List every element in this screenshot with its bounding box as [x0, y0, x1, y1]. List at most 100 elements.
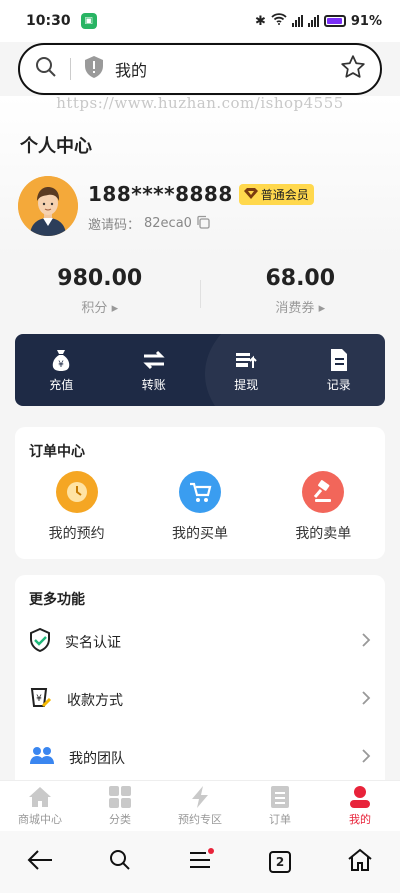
search-bar[interactable]: 我的 — [18, 43, 382, 95]
tab-category-label: 分类 — [109, 813, 131, 826]
team-icon — [29, 744, 55, 772]
home-icon — [0, 785, 80, 809]
real-name-auth-row[interactable]: 实名认证 — [15, 613, 385, 671]
transfer-arrows-icon — [114, 348, 194, 372]
tab-mine-label: 我的 — [349, 813, 371, 826]
points-value: 980.00 — [57, 266, 143, 291]
order-center-card: 订单中心 我的预约 我的买单 我的卖单 — [15, 427, 385, 559]
tab-mall-center[interactable]: 商城中心 — [0, 781, 80, 831]
my-reservations-label: 我的预约 — [48, 526, 105, 542]
points-label: 积分 — [81, 301, 108, 316]
points-stat[interactable]: 980.00 积分 ▸ — [0, 266, 200, 316]
order-center-title: 订单中心 — [29, 444, 85, 460]
payment-method-icon: ¥ — [29, 686, 53, 714]
voucher-label: 消费券 — [275, 301, 315, 316]
menu-icon — [189, 851, 211, 873]
chevron-right-icon — [361, 632, 371, 652]
svg-text:¥: ¥ — [36, 694, 42, 704]
payment-method-label: 收款方式 — [67, 693, 123, 709]
tab-mall-center-label: 商城中心 — [18, 813, 62, 826]
balance-stats: 980.00 积分 ▸ 68.00 消费券 ▸ — [0, 266, 400, 316]
svg-text:¥: ¥ — [58, 360, 64, 370]
transfer-label: 转账 — [141, 377, 166, 392]
search-icon — [108, 848, 132, 876]
shield-alert-icon — [83, 55, 105, 83]
voucher-stat[interactable]: 68.00 消费券 ▸ — [201, 266, 400, 316]
my-team-label: 我的团队 — [69, 751, 125, 767]
more-functions-title: 更多功能 — [29, 592, 85, 608]
records-button[interactable]: 记录 — [299, 348, 379, 393]
bottom-tab-bar: 商城中心 分类 预约专区 订单 我的 — [0, 780, 400, 831]
transfer-button[interactable]: 转账 — [114, 348, 194, 393]
search-divider — [70, 58, 71, 80]
my-sell-orders-label: 我的卖单 — [295, 526, 352, 542]
search-icon[interactable] — [34, 55, 58, 83]
tab-orders[interactable]: 订单 — [240, 781, 320, 831]
real-name-auth-label: 实名认证 — [65, 635, 121, 651]
browser-home-button[interactable] — [340, 842, 380, 882]
my-team-row[interactable]: 我的团队 — [15, 729, 385, 787]
signal-icon — [291, 15, 303, 27]
wifi-icon — [271, 13, 287, 29]
shield-check-icon — [29, 627, 51, 656]
copy-icon[interactable] — [196, 215, 210, 233]
record-icon — [299, 348, 379, 372]
arrow-left-icon — [26, 848, 54, 876]
browser-search-button[interactable] — [100, 842, 140, 882]
tab-category[interactable]: 分类 — [80, 781, 160, 831]
money-bag-icon: ¥ — [21, 348, 101, 372]
tab-reservation-zone[interactable]: 预约专区 — [160, 781, 240, 831]
profile-header: 188****8888 普通会员 邀请码： 82eca0 — [18, 176, 314, 236]
signal-icon-2 — [307, 15, 319, 27]
battery-percent: 91% — [350, 13, 382, 29]
tab-mine[interactable]: 我的 — [320, 781, 400, 831]
list-icon — [240, 785, 320, 809]
my-sell-orders-button[interactable]: 我的卖单 — [273, 471, 373, 543]
bluetooth-icon: ✱ — [254, 13, 266, 29]
recharge-button[interactable]: ¥ 充值 — [21, 348, 101, 393]
status-bar: 10:30 ▣ ✱ 91% — [0, 0, 400, 42]
user-phone: 188****8888 — [88, 182, 233, 206]
invite-label: 邀请码： — [88, 218, 141, 233]
menu-button[interactable] — [180, 842, 220, 882]
chevron-right-icon — [361, 690, 371, 710]
caret-right-icon: ▸ — [111, 301, 119, 316]
notification-dot — [208, 848, 214, 854]
withdraw-icon — [206, 348, 286, 372]
status-time: 10:30 — [26, 13, 71, 29]
cart-icon — [178, 471, 221, 513]
member-badge: 普通会员 — [238, 183, 314, 205]
recharge-label: 充值 — [49, 377, 74, 392]
my-buy-orders-label: 我的买单 — [171, 526, 228, 542]
back-button[interactable] — [20, 842, 60, 882]
tab-count: 2 — [269, 851, 291, 873]
payment-method-row[interactable]: ¥ 收款方式 — [15, 671, 385, 729]
avatar[interactable] — [18, 176, 78, 236]
grid-icon — [80, 785, 160, 809]
clock-icon — [55, 471, 98, 513]
browser-nav-bar: 2 — [0, 831, 400, 893]
diamond-icon — [243, 187, 258, 202]
wallet-actions: ¥ 充值 转账 提现 记录 — [15, 334, 385, 406]
page-title: 我的 — [115, 61, 148, 80]
voucher-value: 68.00 — [265, 266, 336, 291]
star-icon[interactable] — [340, 54, 366, 84]
tabs-button[interactable]: 2 — [260, 842, 300, 882]
person-icon — [320, 785, 400, 809]
my-reservations-button[interactable]: 我的预约 — [27, 471, 127, 543]
records-label: 记录 — [326, 377, 351, 392]
member-level: 普通会员 — [260, 187, 309, 202]
invite-row: 邀请码： 82eca0 — [88, 214, 314, 233]
watermark-text: https://www.huzhan.com/ishop4555 — [56, 94, 344, 112]
my-buy-orders-button[interactable]: 我的买单 — [150, 471, 250, 543]
gavel-icon — [302, 471, 345, 513]
page-heading: 个人中心 — [20, 136, 92, 157]
notification-app-icon: ▣ — [80, 13, 97, 29]
chevron-right-icon — [361, 748, 371, 768]
more-functions-card: 更多功能 实名认证 ¥ 收款方式 我的团队 — [15, 575, 385, 795]
withdraw-button[interactable]: 提现 — [206, 348, 286, 393]
caret-right-icon: ▸ — [318, 301, 326, 316]
battery-icon — [323, 15, 346, 27]
tab-reservation-zone-label: 预约专区 — [178, 813, 222, 826]
invite-code: 82eca0 — [144, 216, 192, 231]
